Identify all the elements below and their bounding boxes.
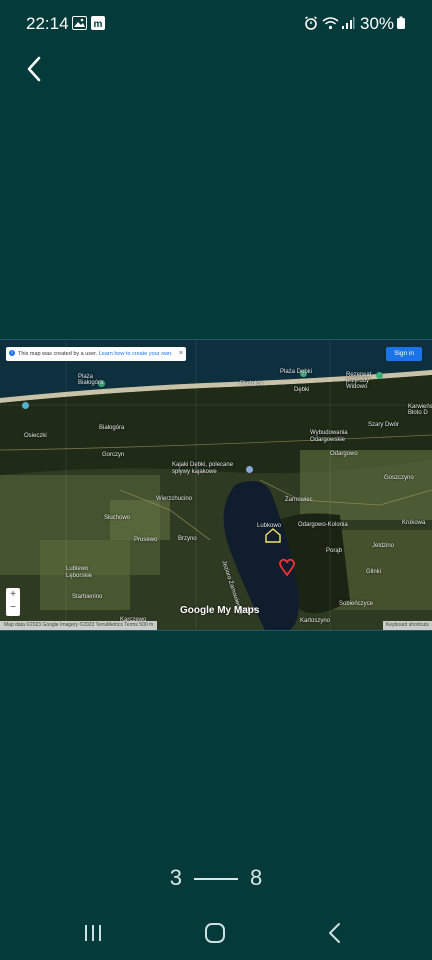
map-label: Odargowo <box>330 451 358 457</box>
home-icon <box>205 923 225 943</box>
learn-more-link[interactable]: Learn how to create your own. <box>99 351 173 357</box>
map-attribution: Map data ©2023 Google Imagery ©2023 Terr… <box>0 621 158 630</box>
map-label: Brzyno <box>178 536 197 542</box>
info-icon: i <box>9 350 15 356</box>
map-image[interactable]: i This map was created by a user. Learn … <box>0 339 432 631</box>
recent-apps-button[interactable] <box>80 920 106 946</box>
keyboard-shortcuts-link[interactable]: Keyboard shortcuts <box>382 621 432 630</box>
map-label: Starbienino <box>72 594 103 600</box>
signal-icon <box>341 16 355 35</box>
home-button[interactable] <box>202 920 228 946</box>
sign-in-button[interactable]: Sign in <box>386 347 422 361</box>
zoom-in-button[interactable]: + <box>6 588 20 601</box>
page-current: 3 <box>169 865 182 890</box>
notice-text: This map was created by a user. <box>18 351 98 357</box>
map-label: Białogóra <box>99 425 125 431</box>
map-notice-banner: i This map was created by a user. Learn … <box>6 347 186 361</box>
system-back-button[interactable] <box>322 920 348 946</box>
poi-marker-west <box>22 402 29 409</box>
zoom-control[interactable]: + − <box>6 588 20 616</box>
recent-apps-icon <box>85 925 101 941</box>
zoom-out-button[interactable]: − <box>6 601 20 614</box>
status-time: 22:14 <box>26 14 69 33</box>
page-separator <box>194 878 238 881</box>
map-label: Kartoszyno <box>300 618 331 624</box>
map-label: Dębki <box>294 387 310 393</box>
map-label: Odargowo-Kolonia <box>298 522 348 528</box>
back-button[interactable] <box>20 54 50 84</box>
map-label: Rezerwat przyrody Widowo <box>346 372 372 390</box>
map-label: Plaża Dębki <box>280 369 313 375</box>
map-label: Krokowa <box>402 520 426 526</box>
map-label: Piaśnica <box>240 381 263 387</box>
page-total: 8 <box>250 865 263 890</box>
map-label: Jeldzino <box>372 543 395 549</box>
map-label: Wybudowania Odargowskie <box>310 430 348 443</box>
map-label: Porąb <box>326 548 343 554</box>
messenger-icon: m <box>91 16 105 35</box>
map-label: Żarnowiec <box>285 497 313 503</box>
alarm-icon <box>304 16 318 35</box>
page-indicator: 38 <box>0 865 432 891</box>
close-icon[interactable]: × <box>179 347 183 361</box>
map-label: Karwieńskie Błoto D <box>408 404 432 416</box>
map-label: Goszczyno <box>384 475 414 481</box>
map-label: Plaża Białogóra <box>78 374 104 386</box>
map-label: Lubkowo <box>257 523 282 529</box>
map-label: Sobieńczyce <box>339 601 374 607</box>
battery-saver-icon <box>396 16 406 35</box>
back-chevron-icon <box>329 923 340 943</box>
map-label: Lublewo Lęborskie <box>66 566 93 579</box>
battery-percent: 30% <box>360 14 395 33</box>
svg-text:m: m <box>94 19 103 30</box>
status-bar: 22:14 m 30% <box>0 0 432 46</box>
google-my-maps-logo: Google My Maps <box>180 605 260 616</box>
map-label: Słuchowo <box>104 515 131 521</box>
map-label: Glinki <box>366 569 382 575</box>
map-label: Osieczki <box>24 433 47 439</box>
gallery-icon <box>72 16 87 35</box>
navigation-bar <box>0 905 432 960</box>
wifi-icon <box>322 16 339 35</box>
map-label: Gorczyn <box>102 452 125 458</box>
chevron-left-icon <box>27 56 41 82</box>
map-label: Szary Dwór <box>368 422 400 428</box>
map-label: Prusewo <box>134 537 158 543</box>
map-label: Wierzchucino <box>156 496 193 502</box>
map-label: Kajaki Dębki, polecane spływy kajakowe <box>172 462 234 475</box>
